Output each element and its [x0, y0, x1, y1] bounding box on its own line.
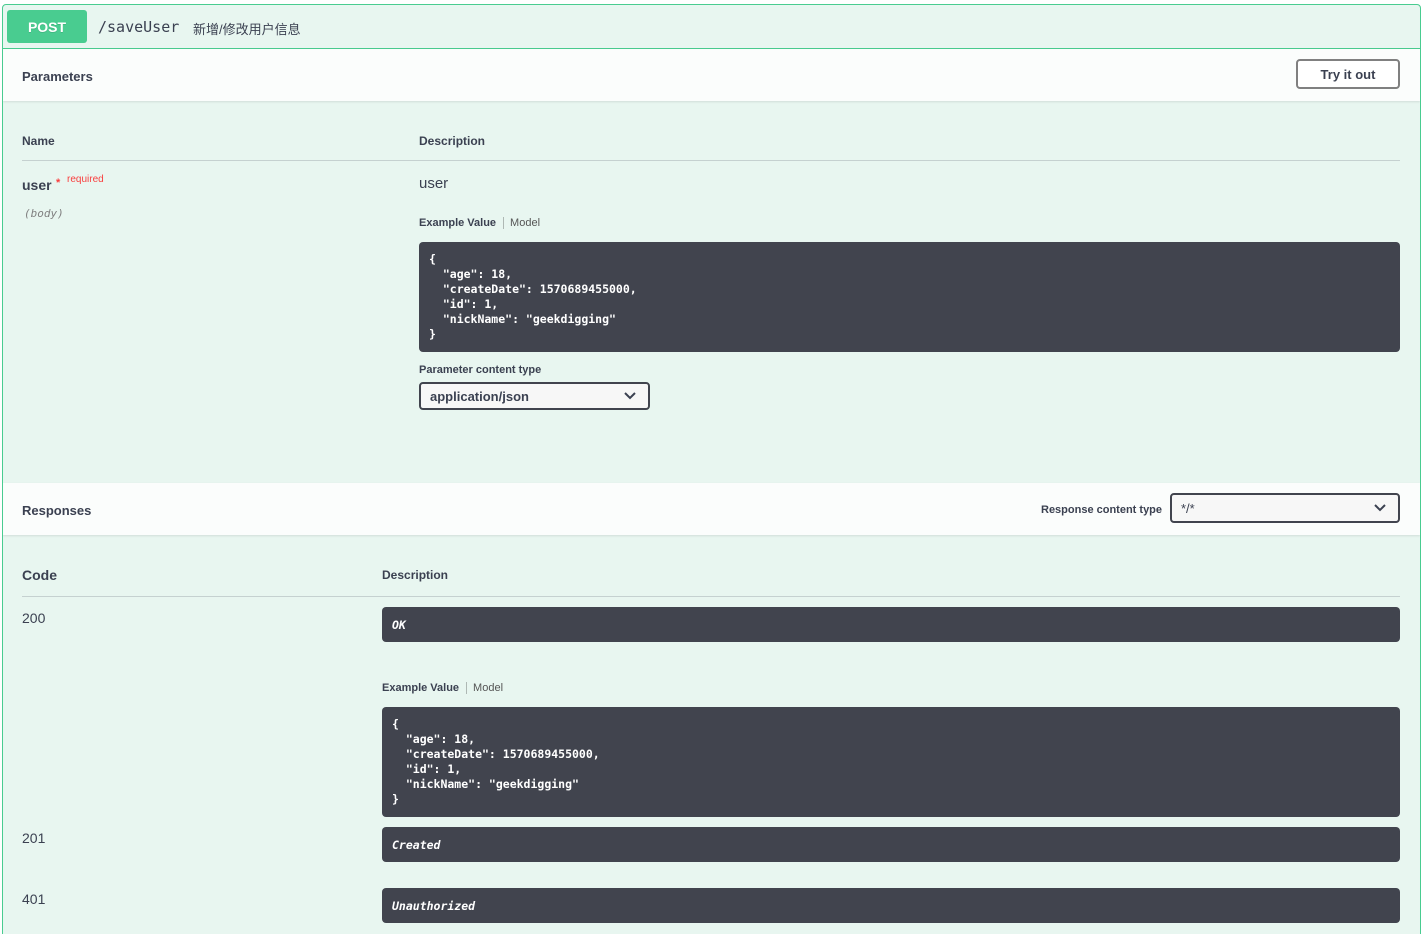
param-description: user	[419, 175, 449, 192]
responses-header: Responses Response content type */*	[3, 483, 1420, 535]
param-example-json: { "age": 18, "createDate": 1570689455000…	[419, 242, 1400, 352]
parameters-title: Parameters	[22, 69, 93, 84]
param-content-type-value: application/json	[430, 388, 529, 404]
response-col-description: Description	[382, 568, 449, 582]
tab-model[interactable]: Model	[504, 217, 540, 229]
response-example-json: { "age": 18, "createDate": 1570689455000…	[382, 707, 1400, 817]
responses-title: Responses	[22, 503, 92, 518]
tab-example-value[interactable]: Example Value	[382, 682, 468, 694]
operation-summary[interactable]: POST /saveUser 新增/修改用户信息	[3, 5, 1420, 49]
required-star: *	[56, 177, 61, 189]
try-it-out-button[interactable]: Try it out	[1296, 59, 1400, 89]
response-col-code: Code	[22, 567, 57, 583]
required-label: required	[67, 174, 104, 185]
operation-block-post-saveuser: POST /saveUser 新增/修改用户信息 Parameters Try …	[2, 4, 1421, 934]
response-content-type-select[interactable]: */*	[1170, 493, 1400, 523]
http-method-badge: POST	[7, 10, 87, 43]
parameters-header: Parameters Try it out	[3, 49, 1420, 101]
tab-example-value[interactable]: Example Value	[419, 217, 505, 229]
response-description: Created	[382, 827, 1400, 862]
chevron-down-icon	[624, 392, 636, 400]
response-content-type-label: Response content type	[1041, 504, 1163, 516]
param-col-name: Name	[22, 134, 55, 148]
response-example-tabs: Example Value Model	[382, 682, 503, 694]
param-content-type-label: Parameter content type	[419, 364, 542, 376]
param-header-divider	[22, 160, 1400, 161]
chevron-down-icon	[1374, 504, 1386, 512]
param-location: (body)	[24, 207, 64, 220]
response-content-type-value: */*	[1181, 500, 1195, 516]
endpoint-path: /saveUser	[98, 18, 180, 36]
param-name: user	[22, 177, 52, 193]
param-example-tabs: Example Value Model	[419, 217, 540, 229]
response-header-divider	[22, 596, 1400, 597]
response-code: 201	[22, 830, 46, 846]
tab-model[interactable]: Model	[467, 682, 503, 694]
param-col-description: Description	[419, 134, 486, 148]
endpoint-summary: 新增/修改用户信息	[193, 22, 301, 37]
response-description: OK	[382, 607, 1400, 642]
response-code: 401	[22, 891, 46, 907]
response-description: Unauthorized	[382, 888, 1400, 923]
param-content-type-select[interactable]: application/json	[419, 382, 650, 410]
response-code: 200	[22, 610, 46, 626]
